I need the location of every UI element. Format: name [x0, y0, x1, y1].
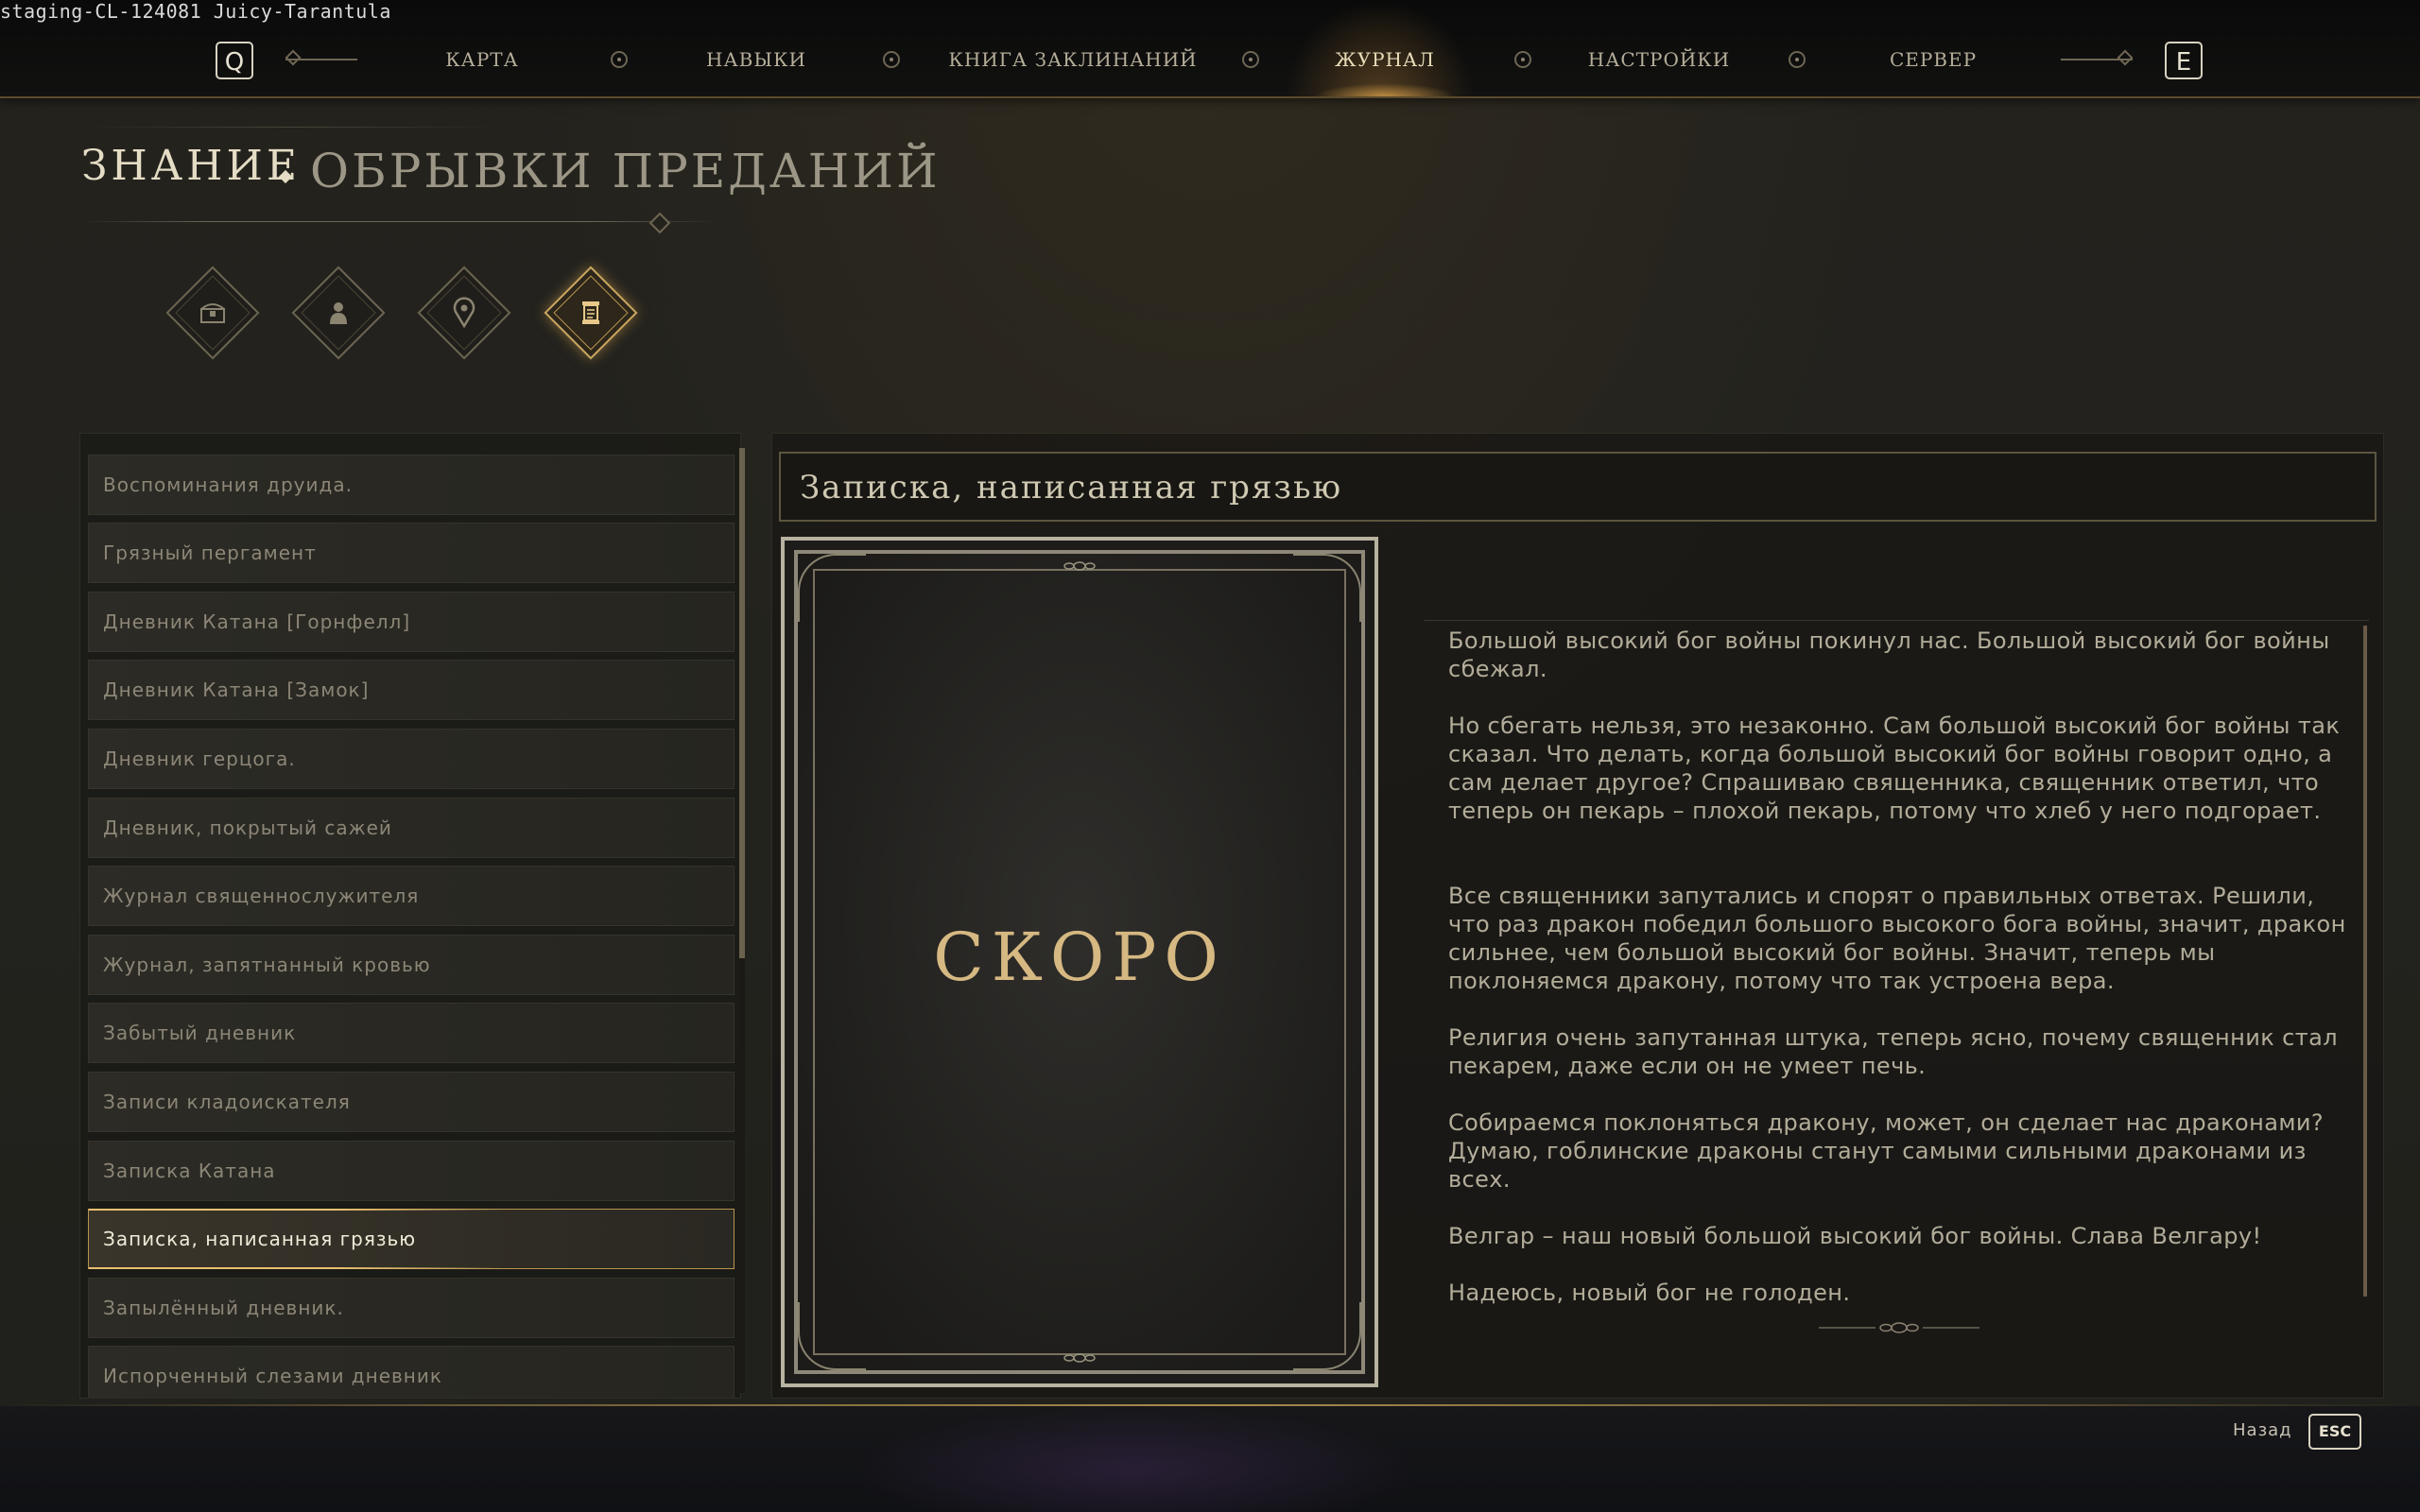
nav-separator: [1242, 51, 1259, 68]
lore-paragraph: Но сбегать нельзя, это незаконно. Сам бо…: [1448, 713, 2341, 824]
bottom-divider: [0, 1404, 2420, 1406]
book-corner-ornament: [798, 554, 866, 622]
tab-map[interactable]: КАРТА: [416, 43, 548, 76]
book-coming-soon-text: СКОРО: [933, 919, 1226, 996]
lore-list-scrollbar-thumb[interactable]: [739, 448, 745, 958]
location-pin-icon: [453, 297, 475, 329]
lore-list-item[interactable]: Испорченный слезами дневник: [88, 1346, 735, 1398]
tab-journal[interactable]: ЖУРНАЛ: [1314, 43, 1456, 76]
lore-title-box: Записка, написанная грязью: [779, 452, 2377, 522]
lore-list-item[interactable]: Дневник Катана [Замок]: [88, 660, 735, 720]
lore-item-label: Забытый дневник: [103, 1022, 297, 1044]
nav-separator: [1789, 51, 1806, 68]
nav-ornament-left: [285, 59, 357, 60]
lore-item-label: Грязный пергамент: [103, 541, 317, 564]
page-subtitle: ОБРЫВКИ ПРЕДАНИЙ: [310, 144, 941, 198]
tab-server[interactable]: СЕРВЕР: [1862, 43, 2004, 76]
text-end-ornament: [1819, 1322, 1979, 1333]
lore-paragraph: Все священники запутались и спорят о пра…: [1448, 883, 2346, 994]
lore-item-label: Записка Катана: [103, 1160, 276, 1182]
book-ornament-bottom: [1063, 1353, 1096, 1363]
heading-underline: [83, 221, 717, 222]
lore-item-label: Журнал, запятнанный кровью: [103, 954, 431, 976]
lore-book-image: СКОРО: [781, 537, 1378, 1387]
lore-item-label: Дневник Катана [Замок]: [103, 679, 370, 701]
nav-separator: [611, 51, 628, 68]
lore-paragraph: Собираемся поклоняться дракону, может, о…: [1448, 1109, 2324, 1193]
lore-list-item[interactable]: Запылённый дневник.: [88, 1278, 735, 1338]
lore-list-item[interactable]: Дневник герцога.: [88, 729, 735, 789]
prev-tab-key-q[interactable]: Q: [216, 42, 253, 79]
lore-list-item-selected[interactable]: Записка, написанная грязью: [88, 1209, 735, 1269]
lore-list-item[interactable]: Записка Катана: [88, 1141, 735, 1201]
lore-text-scrollbar[interactable]: [2363, 626, 2367, 1297]
book-corner-ornament: [1293, 554, 1361, 622]
scroll-icon: [582, 301, 599, 324]
next-tab-key-e[interactable]: E: [2165, 42, 2203, 79]
book-corner-ornament: [1293, 1302, 1361, 1370]
lore-list-item[interactable]: Воспоминания друида.: [88, 455, 735, 515]
back-esc-key[interactable]: ESC: [2308, 1414, 2361, 1450]
lore-text-area[interactable]: Большой высокий бог войны покинул нас. Б…: [1424, 620, 2369, 1311]
lore-paragraph: Велгар – наш новый большой высокий бог в…: [1448, 1223, 2262, 1249]
back-label[interactable]: Назад: [2233, 1418, 2292, 1444]
background-scene: [851, 1406, 1418, 1512]
lore-item-label: Запылённый дневник.: [103, 1297, 344, 1319]
lore-paragraph: Религия очень запутанная штука, теперь я…: [1448, 1024, 2338, 1079]
nav-ornament-right: [2061, 59, 2133, 60]
lore-item-label: Дневник Катана [Горнфелл]: [103, 610, 411, 633]
lore-list-item[interactable]: Дневник, покрытый сажей: [88, 798, 735, 858]
lore-item-label: Дневник герцога.: [103, 747, 296, 770]
lore-list-item[interactable]: Записи кладоискателя: [88, 1072, 735, 1132]
selection-highlight-bottom: [89, 1267, 505, 1269]
tab-spellbook[interactable]: КНИГА ЗАКЛИНАНИЙ: [945, 43, 1201, 76]
lore-item-label: Испорченный слезами дневник: [103, 1365, 442, 1387]
lore-item-label: Воспоминания друида.: [103, 473, 353, 496]
chest-icon: [200, 303, 225, 323]
person-icon: [330, 302, 347, 324]
lore-list-item[interactable]: Журнал, запятнанный кровью: [88, 935, 735, 995]
build-tag: staging-CL-124081 Juicy-Tarantula: [0, 0, 391, 23]
active-tab-indicator: [1314, 83, 1456, 96]
lore-list-item[interactable]: Дневник Катана [Горнфелл]: [88, 592, 735, 652]
lore-paragraph: Большой высокий бог войны покинул нас. Б…: [1448, 627, 2330, 682]
lore-list-item[interactable]: Грязный пергамент: [88, 523, 735, 583]
lore-item-label: Записка, написанная грязью: [103, 1228, 417, 1250]
lore-item-label: Журнал священнослужителя: [103, 885, 420, 907]
heading-top-rule: [83, 127, 499, 128]
book-corner-ornament: [798, 1302, 866, 1370]
lore-list-panel: Воспоминания друида. Грязный пергамент Д…: [79, 433, 741, 1399]
lore-list-item[interactable]: Журнал священнослужителя: [88, 866, 735, 926]
nav-separator: [883, 51, 900, 68]
page-title: ЗНАНИЕ: [81, 142, 301, 190]
nav-separator: [1514, 51, 1531, 68]
lore-list-item[interactable]: Забытый дневник: [88, 1003, 735, 1063]
lore-item-label: Записи кладоискателя: [103, 1091, 351, 1113]
book-ornament-top: [1063, 561, 1096, 571]
lore-paragraph: Надеюсь, новый бог не голоден.: [1448, 1280, 1851, 1306]
lore-title: Записка, написанная грязью: [800, 469, 1343, 507]
lore-item-label: Дневник, покрытый сажей: [103, 816, 392, 839]
tab-settings[interactable]: НАСТРОЙКИ: [1579, 43, 1739, 76]
tab-skills[interactable]: НАВЫКИ: [681, 43, 832, 76]
